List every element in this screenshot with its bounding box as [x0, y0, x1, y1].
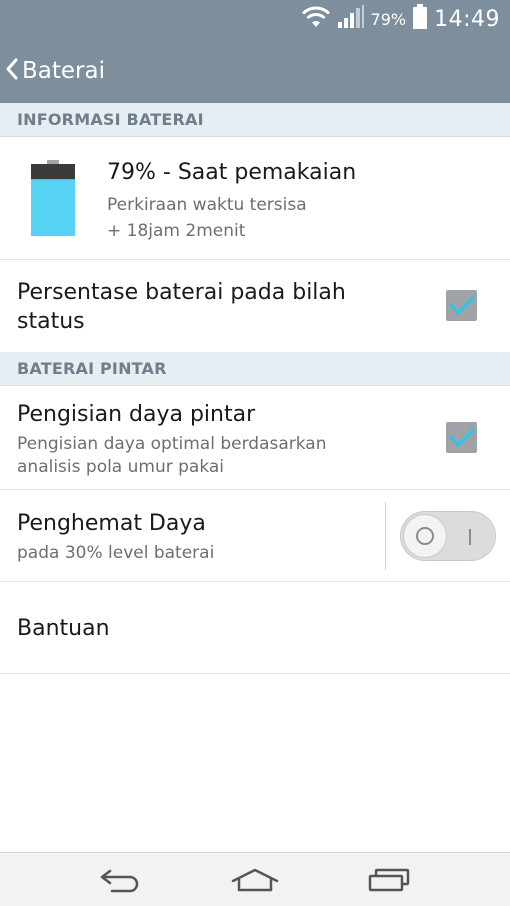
row-divider	[385, 502, 386, 570]
power-saver-title: Penghemat Daya	[17, 511, 206, 536]
status-battery-percent: 79%	[370, 9, 407, 29]
setting-row-power-saver[interactable]: Penghemat Daya pada 30% level baterai	[0, 491, 510, 582]
navigation-bar	[0, 852, 510, 906]
back-arrow-icon[interactable]	[98, 867, 144, 893]
smart-charging-desc-line2: analisis pola umur pakai	[17, 457, 225, 477]
battery-info-row[interactable]: 79% - Saat pemakaian Perkiraan waktu ter…	[0, 137, 510, 260]
battery-remaining-label: Perkiraan waktu tersisa	[107, 195, 307, 215]
battery-remaining-time: + 18jam 2menit	[107, 221, 246, 241]
home-icon[interactable]	[230, 867, 280, 893]
smart-charging-title: Pengisian daya pintar	[17, 402, 256, 427]
section-header-smart-battery: BATERAI PINTAR	[0, 352, 510, 386]
status-bar: 79% 14:49	[0, 0, 510, 38]
toggle-on-icon	[469, 529, 471, 545]
status-time: 14:49	[434, 6, 500, 32]
setting-row-percentage-status[interactable]: Persentase baterai pada bilah status	[0, 261, 510, 352]
battery-status-title: 79% - Saat pemakaian	[107, 160, 357, 185]
battery-fill	[31, 179, 75, 236]
nav-back-button[interactable]	[81, 853, 161, 906]
page-title[interactable]: Baterai	[22, 58, 105, 84]
nav-home-button[interactable]	[215, 853, 295, 906]
signal-icon	[337, 5, 365, 33]
app-bar: Baterai	[0, 38, 510, 103]
smart-charging-checkbox[interactable]	[446, 422, 477, 453]
back-button[interactable]: Baterai	[0, 38, 115, 103]
nav-recent-apps-button[interactable]	[349, 853, 429, 906]
section-header-battery-info: INFORMASI BATERAI	[0, 103, 510, 137]
battery-level-icon	[30, 160, 76, 240]
check-icon	[449, 428, 475, 447]
setting-row-smart-charging[interactable]: Pengisian daya pintar Pengisian daya opt…	[0, 386, 510, 490]
toggle-off-icon	[416, 527, 434, 545]
setting-title-line1: Persentase baterai pada bilah	[17, 280, 346, 305]
setting-row-help[interactable]: Bantuan	[0, 583, 510, 674]
recent-apps-icon[interactable]	[366, 867, 412, 893]
toggle-knob	[403, 514, 447, 558]
chevron-left-icon[interactable]	[4, 57, 20, 85]
wifi-icon	[301, 5, 331, 33]
battery-icon	[412, 4, 428, 34]
percentage-status-checkbox[interactable]	[446, 290, 477, 321]
help-title: Bantuan	[17, 616, 110, 641]
check-icon	[449, 296, 475, 315]
setting-title-line2: status	[17, 309, 85, 334]
power-saver-desc: pada 30% level baterai	[17, 543, 215, 563]
power-saver-toggle[interactable]	[400, 511, 496, 561]
smart-charging-desc-line1: Pengisian daya optimal berdasarkan	[17, 434, 327, 454]
